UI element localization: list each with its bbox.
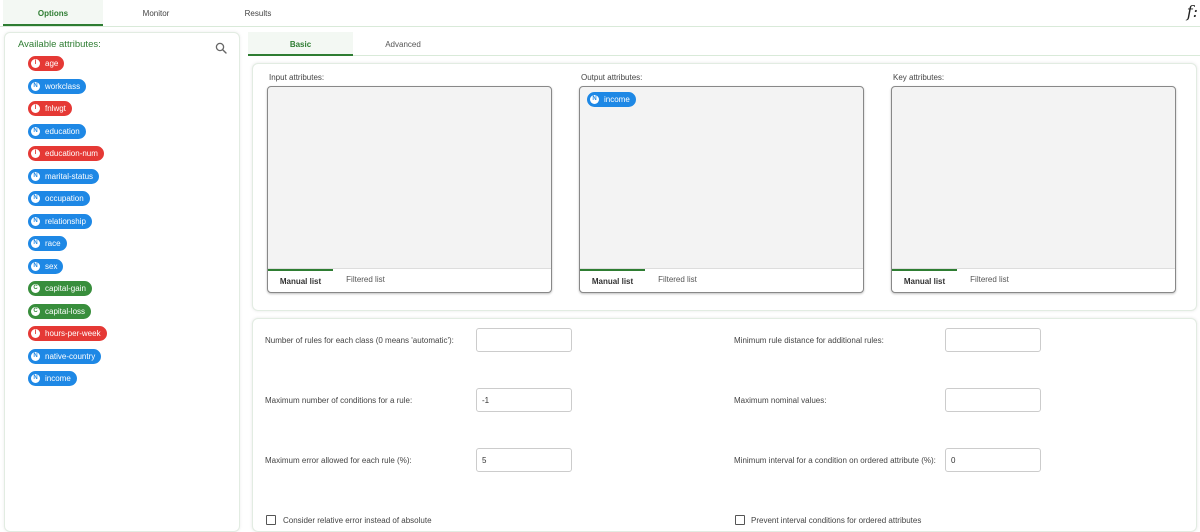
attribute-pill-age[interactable]: Iage [28, 56, 65, 71]
tab-monitor[interactable]: Monitor [106, 0, 206, 26]
rules-per-class-label: Number of rules for each class (0 means … [265, 336, 454, 345]
attribute-type-badge: N [31, 81, 40, 91]
attribute-type-badge: N [31, 126, 40, 136]
attribute-boxes-card: Input attributes: Manual list Filtered l… [252, 63, 1197, 311]
tab-advanced[interactable]: Advanced [353, 32, 453, 56]
key-attributes-label: Key attributes: [893, 73, 945, 82]
key-box-tabs: Manual list Filtered list [892, 268, 1175, 292]
rules-per-class-input[interactable] [476, 328, 572, 352]
input-box-tabs: Manual list Filtered list [268, 268, 551, 292]
attribute-name: sex [45, 261, 58, 271]
attribute-type-badge: C [31, 306, 40, 316]
attribute-name: native-country [45, 351, 96, 361]
attribute-pill-race[interactable]: Nrace [28, 236, 67, 251]
attribute-pill-capital-loss[interactable]: Ccapital-loss [28, 303, 92, 319]
attribute-type-badge: N [31, 374, 40, 383]
input-filtered-list-tab[interactable]: Filtered list [333, 269, 398, 292]
attribute-type-badge: N [31, 216, 40, 226]
attribute-pill-workclass[interactable]: Nworkclass [28, 78, 87, 94]
attribute-pill-income[interactable]: Nincome [587, 92, 636, 107]
attribute-type-badge: N [31, 194, 40, 203]
attribute-type-badge: N [31, 239, 40, 248]
max-conditions-label: Maximum number of conditions for a rule: [265, 396, 413, 405]
output-attributes-label: Output attributes: [581, 73, 643, 82]
min-rule-distance-label: Minimum rule distance for additional rul… [734, 336, 884, 345]
attribute-type-badge: N [31, 171, 40, 181]
attribute-name: income [45, 374, 71, 383]
attribute-type-badge: I [31, 329, 40, 338]
prevent-interval-checkbox[interactable] [735, 515, 745, 525]
key-filtered-list-tab[interactable]: Filtered list [957, 269, 1022, 292]
tab-options[interactable]: Options [3, 0, 103, 26]
attribute-type-badge: N [31, 351, 40, 361]
key-attributes-box[interactable]: Manual list Filtered list [891, 86, 1176, 293]
attribute-name: fnlwgt [45, 104, 66, 113]
min-rule-distance-input[interactable] [945, 328, 1041, 352]
attribute-name: capital-loss [45, 306, 86, 316]
parameters-card: Number of rules for each class (0 means … [252, 318, 1197, 532]
max-error-label: Maximum error allowed for each rule (%): [265, 456, 412, 465]
max-nominal-label: Maximum nominal values: [734, 396, 827, 405]
max-nominal-input[interactable] [945, 388, 1041, 412]
attribute-pill-relationship[interactable]: Nrelationship [28, 213, 92, 229]
min-interval-input[interactable] [945, 448, 1041, 472]
attribute-type-badge: N [590, 95, 599, 104]
attribute-pill-capital-gain[interactable]: Ccapital-gain [28, 281, 92, 296]
attribute-type-badge: I [31, 59, 40, 68]
attribute-pill-sex[interactable]: Nsex [28, 258, 64, 274]
attribute-name: marital-status [45, 171, 94, 181]
attribute-pill-occupation[interactable]: Noccupation [28, 191, 90, 206]
key-manual-list-tab[interactable]: Manual list [892, 269, 957, 292]
attribute-pill-income[interactable]: Nincome [28, 371, 77, 386]
attribute-name: relationship [45, 216, 86, 226]
function-icon[interactable]: f: [1187, 2, 1198, 21]
input-attributes-label: Input attributes: [269, 73, 325, 82]
attribute-type-badge: N [31, 261, 40, 271]
available-attributes-panel: Available attributes: Iage Nworkclass Ifnl… [4, 32, 240, 532]
sub-tab-bar: Basic Advanced [248, 32, 1200, 56]
available-attributes-title: Available attributes: [18, 39, 101, 50]
max-conditions-input[interactable] [476, 388, 572, 412]
attribute-name: age [45, 59, 59, 68]
prevent-interval-label: Prevent interval conditions for ordered … [751, 516, 922, 525]
attribute-name: race [45, 239, 61, 248]
attribute-name: hours-per-week [45, 329, 101, 338]
attribute-type-badge: C [31, 284, 40, 293]
attribute-name: income [604, 95, 630, 104]
attribute-name: education [45, 126, 80, 136]
attribute-name: education-num [45, 149, 98, 158]
output-attributes-box[interactable]: Nincome Manual list Filtered list [579, 86, 864, 293]
attribute-pill-hours-per-week[interactable]: Ihours-per-week [28, 326, 107, 341]
attribute-pill-native-country[interactable]: Nnative-country [28, 348, 102, 364]
attribute-pill-education[interactable]: Neducation [28, 123, 86, 139]
output-manual-list-tab[interactable]: Manual list [580, 269, 645, 292]
input-manual-list-tab[interactable]: Manual list [268, 269, 333, 292]
relative-error-checkbox[interactable] [266, 515, 276, 525]
output-box-tabs: Manual list Filtered list [580, 268, 863, 292]
attribute-pill-education-num[interactable]: Ieducation-num [28, 146, 104, 161]
min-interval-label: Minimum interval for a condition on orde… [734, 456, 936, 465]
attribute-type-badge: I [31, 104, 40, 113]
search-icon[interactable] [215, 42, 227, 54]
attribute-pill-fnlwgt[interactable]: Ifnlwgt [28, 101, 72, 116]
attribute-pill-marital-status[interactable]: Nmarital-status [28, 168, 100, 184]
tab-results[interactable]: Results [208, 0, 308, 26]
attribute-type-badge: I [31, 149, 40, 158]
top-tab-bar: Options Monitor Results f: [0, 0, 1200, 27]
tab-basic[interactable]: Basic [248, 32, 353, 56]
attribute-name: occupation [45, 194, 84, 203]
max-error-input[interactable] [476, 448, 572, 472]
relative-error-label: Consider relative error instead of absol… [283, 516, 432, 525]
attribute-name: capital-gain [45, 284, 86, 293]
attribute-name: workclass [45, 81, 81, 91]
input-attributes-box[interactable]: Manual list Filtered list [267, 86, 552, 293]
output-filtered-list-tab[interactable]: Filtered list [645, 269, 710, 292]
